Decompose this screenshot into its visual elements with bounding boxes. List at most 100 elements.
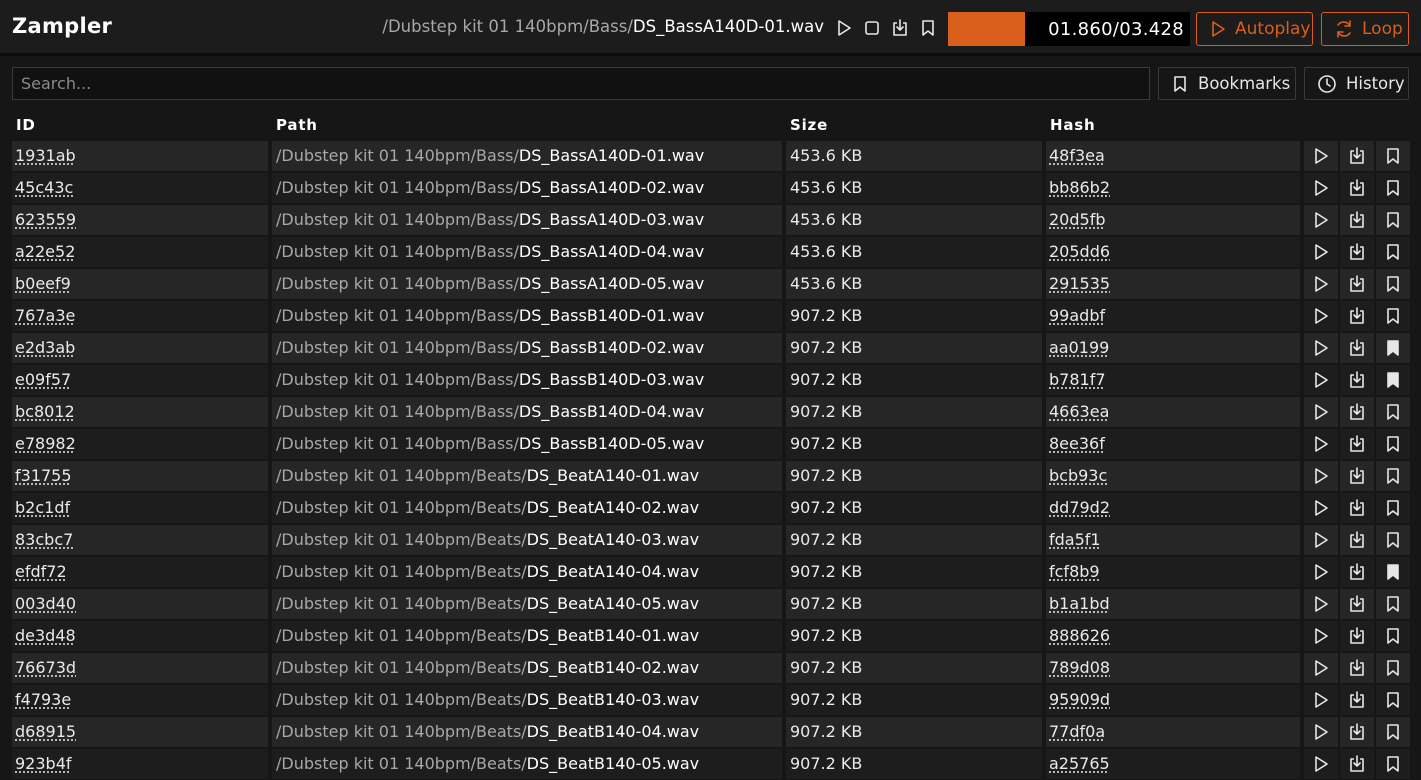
row-download-button[interactable] xyxy=(1340,237,1374,267)
row-download-button[interactable] xyxy=(1340,269,1374,299)
row-play-button[interactable] xyxy=(1304,621,1338,651)
id-link[interactable]: 623559 xyxy=(15,210,76,229)
download-button[interactable] xyxy=(889,17,911,39)
hash-link[interactable]: 4663ea xyxy=(1049,402,1109,421)
id-link[interactable]: 45c43c xyxy=(15,178,73,197)
id-link[interactable]: efdf72 xyxy=(15,562,67,581)
row-bookmark-button[interactable] xyxy=(1376,461,1410,491)
id-link[interactable]: f4793e xyxy=(15,690,71,709)
id-link[interactable]: 76673d xyxy=(15,658,76,677)
row-download-button[interactable] xyxy=(1340,557,1374,587)
row-bookmark-button[interactable] xyxy=(1376,173,1410,203)
id-link[interactable]: b0eef9 xyxy=(15,274,71,293)
row-play-button[interactable] xyxy=(1304,589,1338,619)
hash-link[interactable]: 77df0a xyxy=(1049,722,1105,741)
hash-link[interactable]: b781f7 xyxy=(1049,370,1106,389)
row-bookmark-button[interactable] xyxy=(1376,205,1410,235)
row-download-button[interactable] xyxy=(1340,429,1374,459)
row-play-button[interactable] xyxy=(1304,173,1338,203)
play-button[interactable] xyxy=(833,17,855,39)
row-download-button[interactable] xyxy=(1340,621,1374,651)
row-download-button[interactable] xyxy=(1340,301,1374,331)
id-link[interactable]: e2d3ab xyxy=(15,338,75,357)
history-button[interactable]: History xyxy=(1304,67,1409,100)
column-header-path[interactable]: Path xyxy=(276,116,318,134)
id-link[interactable]: bc8012 xyxy=(15,402,75,421)
row-play-button[interactable] xyxy=(1304,237,1338,267)
row-download-button[interactable] xyxy=(1340,493,1374,523)
id-link[interactable]: 1931ab xyxy=(15,146,76,165)
id-link[interactable]: e09f57 xyxy=(15,370,71,389)
row-bookmark-button[interactable] xyxy=(1376,589,1410,619)
hash-link[interactable]: 291535 xyxy=(1049,274,1110,293)
row-play-button[interactable] xyxy=(1304,397,1338,427)
row-play-button[interactable] xyxy=(1304,333,1338,363)
search-input[interactable] xyxy=(12,67,1150,100)
row-play-button[interactable] xyxy=(1304,685,1338,715)
autoplay-button[interactable]: Autoplay xyxy=(1196,12,1313,46)
bookmarks-button[interactable]: Bookmarks xyxy=(1158,67,1296,100)
id-link[interactable]: e78982 xyxy=(15,434,76,453)
row-bookmark-button[interactable] xyxy=(1376,237,1410,267)
hash-link[interactable]: 99adbf xyxy=(1049,306,1105,325)
row-download-button[interactable] xyxy=(1340,653,1374,683)
row-download-button[interactable] xyxy=(1340,365,1374,395)
row-play-button[interactable] xyxy=(1304,301,1338,331)
hash-link[interactable]: bcb93c xyxy=(1049,466,1107,485)
id-link[interactable]: f31755 xyxy=(15,466,72,485)
row-download-button[interactable] xyxy=(1340,749,1374,779)
row-bookmark-button[interactable] xyxy=(1376,333,1410,363)
row-bookmark-button[interactable] xyxy=(1376,269,1410,299)
row-play-button[interactable] xyxy=(1304,429,1338,459)
row-play-button[interactable] xyxy=(1304,141,1338,171)
id-link[interactable]: de3d48 xyxy=(15,626,76,645)
hash-link[interactable]: aa0199 xyxy=(1049,338,1109,357)
hash-link[interactable]: 48f3ea xyxy=(1049,146,1105,165)
row-bookmark-button[interactable] xyxy=(1376,525,1410,555)
row-play-button[interactable] xyxy=(1304,525,1338,555)
row-bookmark-button[interactable] xyxy=(1376,557,1410,587)
row-play-button[interactable] xyxy=(1304,269,1338,299)
hash-link[interactable]: fda5f1 xyxy=(1049,530,1101,549)
hash-link[interactable]: dd79d2 xyxy=(1049,498,1110,517)
row-bookmark-button[interactable] xyxy=(1376,429,1410,459)
row-download-button[interactable] xyxy=(1340,333,1374,363)
row-download-button[interactable] xyxy=(1340,397,1374,427)
hash-link[interactable]: 789d08 xyxy=(1049,658,1110,677)
row-download-button[interactable] xyxy=(1340,461,1374,491)
row-bookmark-button[interactable] xyxy=(1376,653,1410,683)
row-download-button[interactable] xyxy=(1340,717,1374,747)
row-download-button[interactable] xyxy=(1340,685,1374,715)
hash-link[interactable]: 888626 xyxy=(1049,626,1110,645)
row-bookmark-button[interactable] xyxy=(1376,365,1410,395)
row-download-button[interactable] xyxy=(1340,525,1374,555)
row-bookmark-button[interactable] xyxy=(1376,141,1410,171)
row-play-button[interactable] xyxy=(1304,557,1338,587)
hash-link[interactable]: 8ee36f xyxy=(1049,434,1105,453)
row-bookmark-button[interactable] xyxy=(1376,749,1410,779)
stop-button[interactable] xyxy=(861,17,883,39)
id-link[interactable]: 003d40 xyxy=(15,594,76,613)
column-header-size[interactable]: Size xyxy=(790,116,828,134)
row-play-button[interactable] xyxy=(1304,461,1338,491)
row-download-button[interactable] xyxy=(1340,173,1374,203)
hash-link[interactable]: 20d5fb xyxy=(1049,210,1105,229)
bookmark-button[interactable] xyxy=(917,17,939,39)
hash-link[interactable]: fcf8b9 xyxy=(1049,562,1100,581)
playback-progress-bar[interactable]: 01.860/03.428 xyxy=(948,12,1190,46)
row-bookmark-button[interactable] xyxy=(1376,717,1410,747)
id-link[interactable]: b2c1df xyxy=(15,498,70,517)
row-play-button[interactable] xyxy=(1304,205,1338,235)
hash-link[interactable]: 205dd6 xyxy=(1049,242,1110,261)
loop-button[interactable]: Loop xyxy=(1321,12,1409,46)
row-play-button[interactable] xyxy=(1304,749,1338,779)
id-link[interactable]: 767a3e xyxy=(15,306,75,325)
id-link[interactable]: a22e52 xyxy=(15,242,75,261)
id-link[interactable]: d68915 xyxy=(15,722,76,741)
row-bookmark-button[interactable] xyxy=(1376,621,1410,651)
row-play-button[interactable] xyxy=(1304,653,1338,683)
column-header-id[interactable]: ID xyxy=(16,116,36,134)
row-play-button[interactable] xyxy=(1304,365,1338,395)
row-bookmark-button[interactable] xyxy=(1376,493,1410,523)
row-bookmark-button[interactable] xyxy=(1376,397,1410,427)
